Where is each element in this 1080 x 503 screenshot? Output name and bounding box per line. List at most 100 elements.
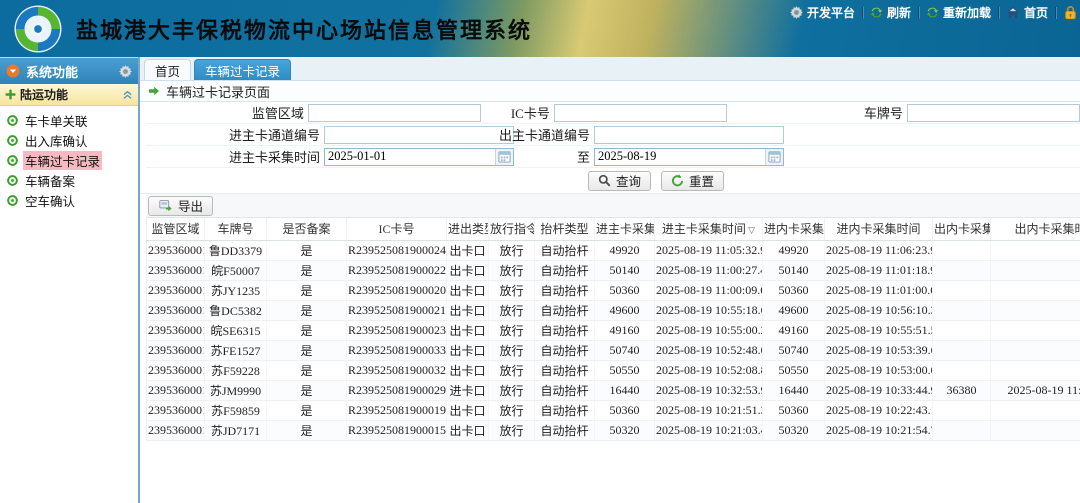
grid-cell: 是 xyxy=(267,280,347,300)
grid-cell xyxy=(991,420,1080,440)
calendar-icon xyxy=(498,150,511,163)
grid-cell: 2025-08-19 10:21:54.727 xyxy=(825,420,933,440)
grid-header-cell[interactable]: 进内卡采集重 xyxy=(763,218,825,240)
grid-cell: 出卡口 xyxy=(447,240,489,260)
table-row[interactable]: 2395360001苏JM9990是R239525081900029进卡口放行自… xyxy=(147,380,1080,400)
grid-header-cell[interactable]: 进主卡采集重 xyxy=(595,218,655,240)
grid-cell: R239525081900032 xyxy=(347,360,447,380)
export-button[interactable]: 导出 xyxy=(148,196,213,216)
nav-separator xyxy=(998,7,999,19)
tab-home[interactable]: 首页 xyxy=(144,59,191,80)
sidebar-item-label: 空车确认 xyxy=(23,191,77,210)
refresh-icon xyxy=(870,6,883,19)
grid-cell: 49600 xyxy=(763,300,825,320)
sidebar-item-label: 车卡单关联 xyxy=(23,111,90,130)
grid-header-cell[interactable]: 进内卡采集时间 xyxy=(825,218,933,240)
tab-bar: 首页 车辆过卡记录 xyxy=(140,57,1080,81)
grid-cell: 自动抬杆 xyxy=(535,340,595,360)
date-from-input[interactable] xyxy=(325,149,495,165)
grid-cell: R239525081900020 xyxy=(347,280,447,300)
grid-cell xyxy=(933,280,991,300)
grid-cell: 50320 xyxy=(595,420,655,440)
grid-header-cell[interactable]: 车牌号 xyxy=(205,218,267,240)
grid-cell xyxy=(933,360,991,380)
grid-cell: 2025-08-19 11:05:32.900 xyxy=(655,240,763,260)
calendar-button[interactable] xyxy=(765,149,783,165)
grid-header-cell[interactable]: 是否备案 xyxy=(267,218,347,240)
grid-cell: 2395360001 xyxy=(147,240,205,260)
grid-header-cell[interactable]: IC卡号 xyxy=(347,218,447,240)
search-button[interactable]: 查询 xyxy=(588,171,651,191)
table-row[interactable]: 2395360001苏F59859是R239525081900019出卡口放行自… xyxy=(147,400,1080,420)
date-to-input[interactable] xyxy=(595,149,765,165)
nav-item-home[interactable]: 首页 xyxy=(1006,4,1048,21)
sidebar-item-vehicle-filing[interactable]: 车辆备案 xyxy=(0,170,138,190)
tab-vehicle-pass-records[interactable]: 车辆过卡记录 xyxy=(194,59,291,80)
table-row[interactable]: 2395360001鲁DD3379是R239525081900024出卡口放行自… xyxy=(147,240,1080,260)
table-row[interactable]: 2395360001皖SE6315是R239525081900023出卡口放行自… xyxy=(147,320,1080,340)
sidebar-gear-icon[interactable] xyxy=(119,65,132,78)
plus-icon xyxy=(5,89,16,100)
grid-cell: 50320 xyxy=(763,420,825,440)
grid-cell: 放行 xyxy=(489,400,535,420)
grid-header-cell[interactable]: 出内卡采集时 xyxy=(991,218,1080,240)
home-icon xyxy=(1006,6,1020,19)
header-nav: 开发平台 刷新 重新加载 首页 xyxy=(790,4,1080,21)
grid-header-cell[interactable]: 进主卡采集时间 ▽ xyxy=(655,218,763,240)
grid-header-cell[interactable]: 进出类型 xyxy=(447,218,489,240)
grid-cell: 2025-08-19 10:55:00.240 xyxy=(655,320,763,340)
table-row[interactable]: 2395360001苏F59228是R239525081900032出卡口放行自… xyxy=(147,360,1080,380)
sidebar-item-label: 出入库确认 xyxy=(23,131,90,150)
grid-cell: 2025-08-19 10:55:51.570 xyxy=(825,320,933,340)
table-row[interactable]: 2395360001苏JD7171是R239525081900015出卡口放行自… xyxy=(147,420,1080,440)
arrow-right-icon xyxy=(148,85,160,97)
table-row[interactable]: 2395360001鲁DC5382是R239525081900021出卡口放行自… xyxy=(147,300,1080,320)
grid-header-cell[interactable]: 出内卡采集重 xyxy=(933,218,991,240)
grid-cell: 鲁DC5382 xyxy=(205,300,267,320)
grid-body: 2395360001鲁DD3379是R239525081900024出卡口放行自… xyxy=(147,240,1080,440)
grid-cell: 2025-08-19 10:53:00.077 xyxy=(825,360,933,380)
grid-header-cell[interactable]: 监管区域 xyxy=(147,218,205,240)
table-row[interactable]: 2395360001苏FE1527是R239525081900033出卡口放行自… xyxy=(147,340,1080,360)
sidebar-item-inout-confirm[interactable]: 出入库确认 xyxy=(0,130,138,150)
lock-icon xyxy=(1063,5,1078,20)
region-label: 监管区域 xyxy=(146,103,308,122)
grid-cell: 放行 xyxy=(489,300,535,320)
actions-bar: 查询 重置 xyxy=(140,168,1080,194)
sidebar-item-empty-truck-confirm[interactable]: 空车确认 xyxy=(0,190,138,210)
in-channel-input[interactable] xyxy=(324,126,514,144)
grid-cell: 50740 xyxy=(763,340,825,360)
sidebar-item-vehicle-pass-records[interactable]: 车辆过卡记录 xyxy=(0,150,138,170)
grid-cell: 50740 xyxy=(595,340,655,360)
grid-cell: 皖F50007 xyxy=(205,260,267,280)
reset-button[interactable]: 重置 xyxy=(661,171,724,191)
sidebar-item-card-link[interactable]: 车卡单关联 xyxy=(0,110,138,130)
bullet-icon xyxy=(7,115,18,126)
grid-cell: 放行 xyxy=(489,280,535,300)
grid-cell: 是 xyxy=(267,400,347,420)
grid-cell: R239525081900023 xyxy=(347,320,447,340)
grid-header-cell[interactable]: 抬杆类型 xyxy=(535,218,595,240)
out-channel-input[interactable] xyxy=(594,126,784,144)
nav-item-dev-platform[interactable]: 开发平台 xyxy=(790,4,855,21)
region-input[interactable] xyxy=(308,104,481,122)
grid-cell: 50360 xyxy=(595,400,655,420)
grid-header-cell[interactable]: 放行指令 xyxy=(489,218,535,240)
table-row[interactable]: 2395360001苏JY1235是R239525081900020出卡口放行自… xyxy=(147,280,1080,300)
group-title: 陆运功能 xyxy=(20,86,118,103)
nav-item-lock[interactable] xyxy=(1063,5,1078,20)
table-row[interactable]: 2395360001皖F50007是R239525081900022出卡口放行自… xyxy=(147,260,1080,280)
date-from-box xyxy=(324,148,514,166)
grid-cell xyxy=(933,300,991,320)
grid-cell: 苏JD7171 xyxy=(205,420,267,440)
calendar-button[interactable] xyxy=(495,149,513,165)
collapse-icon[interactable] xyxy=(122,89,133,100)
sidebar-group-header[interactable]: 陆运功能 xyxy=(0,84,138,106)
chevron-down-badge-icon[interactable] xyxy=(6,64,20,78)
nav-item-reload[interactable]: 重新加载 xyxy=(926,4,991,21)
plate-input[interactable] xyxy=(907,104,1080,122)
sidebar: 系统功能 陆运功能 车卡单关联 出入库确认 车辆过卡记录 xyxy=(0,57,140,503)
grid-cell: 放行 xyxy=(489,360,535,380)
ic-card-input[interactable] xyxy=(554,104,727,122)
nav-item-refresh[interactable]: 刷新 xyxy=(870,4,911,21)
